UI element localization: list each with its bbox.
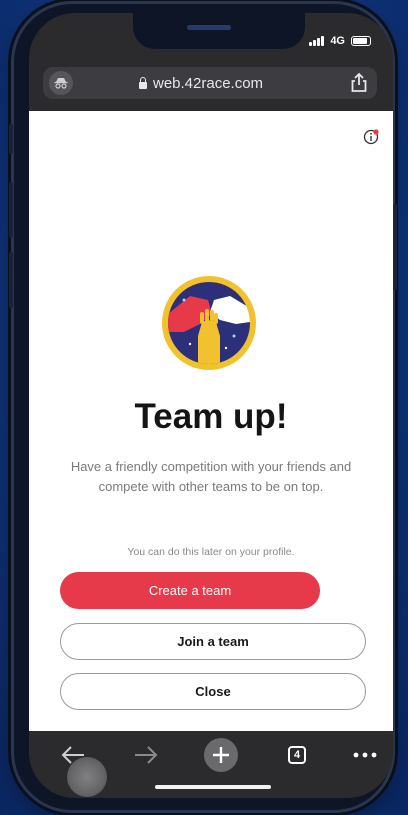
volume-down-button [9,252,13,308]
page-description: Have a friendly competition with your fr… [70,459,352,494]
forward-arrow-icon[interactable] [132,741,160,769]
later-note: You can do this later on your profile. [127,546,295,558]
join-team-button[interactable]: Join a team [60,623,366,660]
volume-up-button [9,182,13,238]
phone-frame: 4G web.42race.com Team up! Have a friend… [9,4,397,810]
url-text: web.42race.com [153,75,264,92]
speaker [187,25,231,30]
incognito-icon[interactable] [49,71,73,95]
more-icon[interactable] [351,741,379,769]
close-button[interactable]: Close [60,673,366,710]
notch [133,13,305,49]
power-button [393,204,397,290]
battery-icon [351,36,371,46]
home-indicator[interactable] [155,785,271,789]
screen: 4G web.42race.com Team up! Have a friend… [29,13,393,798]
team-badge-illustration [160,274,258,372]
page-title: Team up! [134,397,288,436]
touch-indicator [67,757,107,797]
plus-icon[interactable] [204,738,238,772]
share-icon[interactable] [349,72,369,99]
mute-switch [9,124,13,154]
status-bar: 4G [309,35,371,47]
create-team-button[interactable]: Create a team [60,572,320,609]
lock-icon [139,76,147,89]
tabs-icon[interactable]: 4 [283,741,311,769]
address-bar[interactable]: web.42race.com [43,67,377,99]
url-display[interactable]: web.42race.com [139,75,263,92]
info-icon[interactable] [363,129,379,145]
signal-icon [309,36,325,46]
tab-count: 4 [288,746,306,764]
network-label: 4G [330,35,345,47]
page-content: Team up! Have a friendly competition wit… [29,111,393,731]
